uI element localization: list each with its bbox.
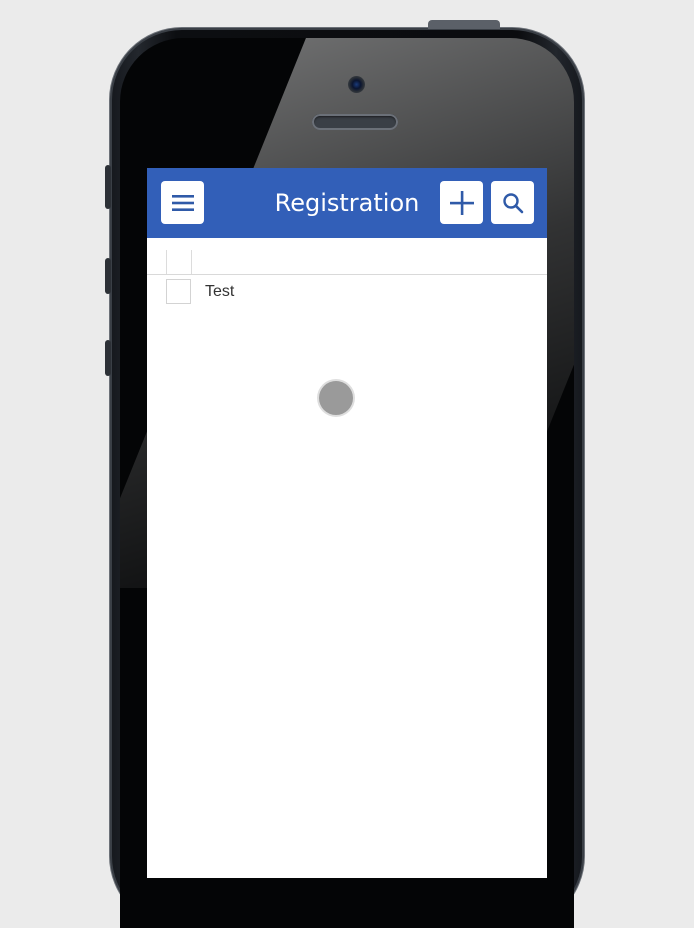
add-button[interactable] [440, 181, 483, 224]
plus-icon [449, 190, 474, 215]
earpiece-speaker [312, 114, 398, 130]
page-title: Registration [274, 189, 420, 217]
search-button[interactable] [491, 181, 534, 224]
search-icon [502, 192, 523, 213]
mute-switch [105, 165, 111, 209]
front-camera [348, 76, 365, 93]
column-divider [166, 250, 167, 274]
column-divider [191, 250, 192, 274]
hamburger-menu-icon [171, 194, 194, 211]
list-item-label: Test [205, 283, 235, 300]
power-button [428, 20, 500, 29]
menu-button[interactable] [161, 181, 204, 224]
volume-down-button [105, 340, 111, 376]
app-screen: Registration Test [147, 168, 547, 878]
navbar: Registration [147, 168, 547, 238]
loading-spinner [319, 381, 353, 415]
list-item[interactable]: Test [147, 275, 547, 313]
volume-up-button [105, 258, 111, 294]
list-header-row [147, 238, 547, 275]
row-checkbox[interactable] [166, 279, 191, 304]
